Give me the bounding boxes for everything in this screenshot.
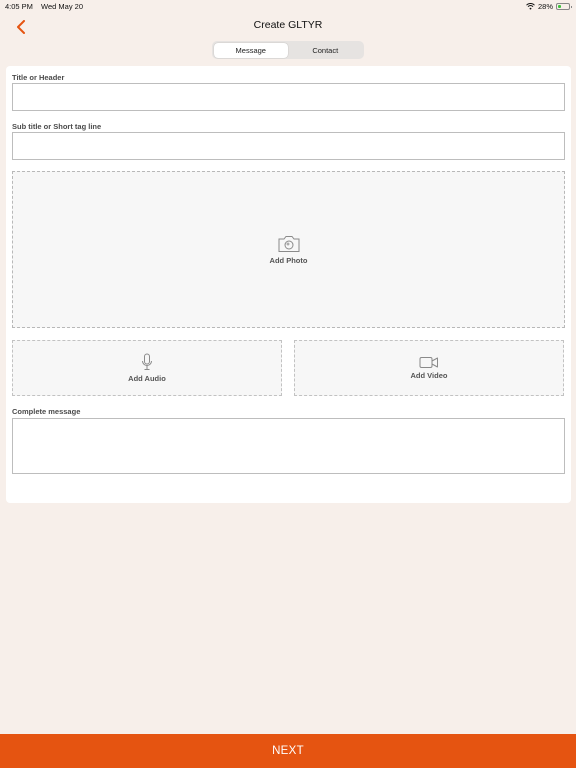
segmented-control: Message Contact [212,41,364,59]
video-camera-icon [419,356,439,369]
subtitle-input[interactable] [12,132,565,160]
status-date: Wed May 20 [41,2,83,11]
microphone-icon [141,353,153,371]
status-bar: 4:05 PM Wed May 20 28% [0,0,576,12]
add-audio-button[interactable]: Add Audio [12,340,282,396]
form-card: Title or Header Sub title or Short tag l… [6,66,571,503]
status-time: 4:05 PM [5,2,33,11]
battery-percent: 28% [537,2,553,11]
add-photo-label: Add Photo [269,255,308,265]
next-button[interactable]: NEXT [0,734,576,768]
add-video-label: Add Video [410,371,448,380]
camera-icon [277,235,301,253]
add-video-button[interactable]: Add Video [294,340,564,396]
add-audio-label: Add Audio [128,374,166,383]
navigation-bar: Create GLTYR [0,12,576,42]
message-label: Complete message [12,407,81,416]
battery-icon [556,3,572,10]
add-photo-button[interactable]: Add Photo [12,171,565,328]
tab-contact[interactable]: Contact [288,43,363,58]
page-title: Create GLTYR [253,19,323,31]
wifi-icon [526,3,535,10]
message-textarea[interactable] [12,418,565,474]
tab-message[interactable]: Message [213,42,288,58]
title-label: Title or Header [12,73,65,82]
subtitle-label: Sub title or Short tag line [12,122,102,131]
battery-level [558,5,562,8]
title-input[interactable] [12,83,565,111]
